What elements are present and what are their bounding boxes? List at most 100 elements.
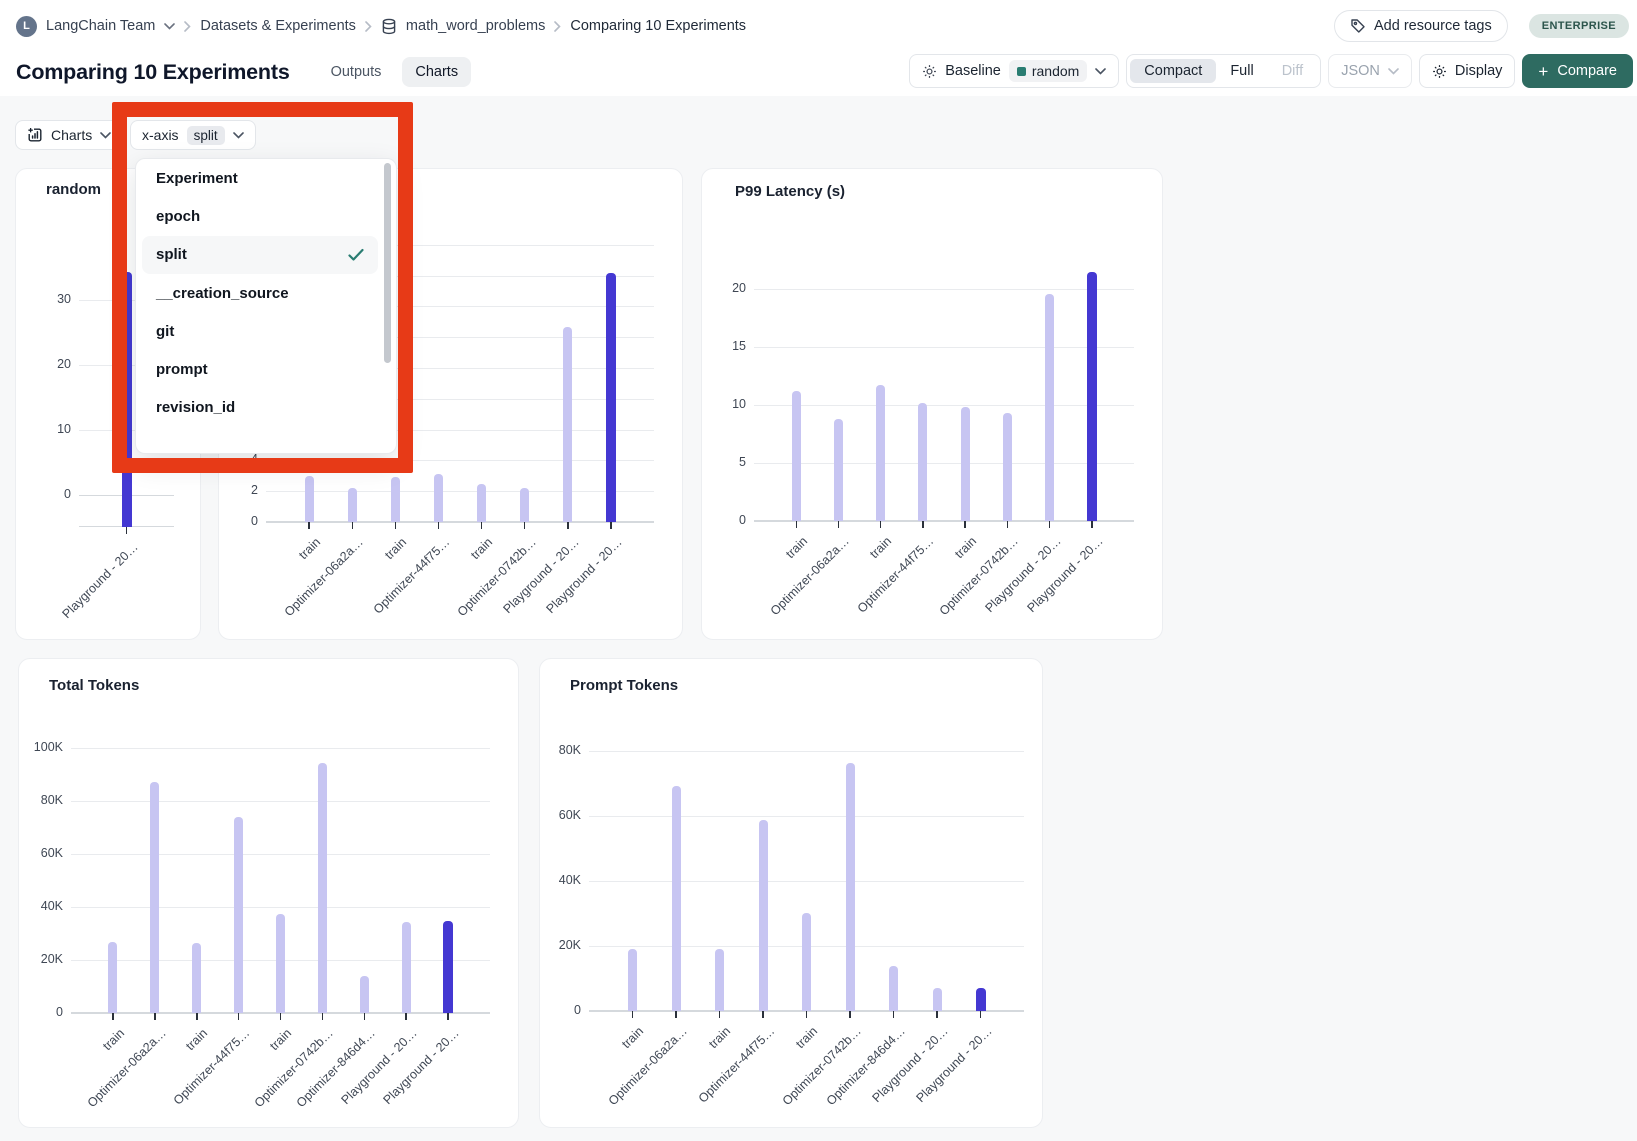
menu-item-label: split	[156, 246, 187, 263]
gridline	[266, 460, 654, 461]
xaxis-menu-item-split[interactable]: split	[142, 236, 378, 274]
chevron-right-icon	[365, 21, 372, 32]
json-label: JSON	[1341, 63, 1380, 79]
scrollbar-thumb[interactable]	[384, 163, 391, 363]
baseline-value-chip: random	[1009, 60, 1087, 82]
bar-baseline-experiment[interactable]	[976, 988, 986, 1011]
bar[interactable]	[792, 391, 801, 521]
chart-card-p99-latency: P99 Latency (s) 20151050trainOptimizer-0…	[701, 168, 1163, 640]
bar[interactable]	[318, 763, 327, 1014]
x-tick-mark	[352, 522, 354, 529]
breadcrumb-team[interactable]: LangChain Team	[46, 18, 155, 34]
bar[interactable]	[477, 484, 486, 523]
bar[interactable]	[715, 949, 724, 1011]
chart-title: random	[46, 181, 101, 198]
x-tick-label: Optimizer-06a2a…	[768, 534, 852, 618]
bar[interactable]	[1045, 294, 1054, 521]
bar[interactable]	[802, 913, 811, 1011]
bar[interactable]	[108, 942, 117, 1013]
y-tick-label: 60K	[537, 808, 581, 822]
bar[interactable]	[846, 763, 855, 1011]
x-tick-mark	[481, 522, 483, 529]
xaxis-menu-item-experiment[interactable]: Experiment	[136, 159, 396, 197]
bar[interactable]	[1003, 413, 1012, 521]
breadcrumb-dataset[interactable]: math_word_problems	[406, 18, 545, 34]
density-full[interactable]: Full	[1216, 59, 1267, 83]
gridline	[754, 521, 1134, 522]
bar[interactable]	[192, 943, 201, 1013]
x-tick-label: Playground - 20…	[870, 1024, 951, 1105]
bar-baseline-experiment[interactable]	[122, 272, 132, 527]
bar[interactable]	[563, 327, 572, 523]
xaxis-selector-button[interactable]: x-axis split	[130, 120, 256, 150]
x-tick-label: train	[267, 1026, 294, 1053]
json-selector: JSON	[1328, 54, 1412, 88]
x-tick-mark	[796, 521, 798, 528]
xaxis-menu-item-revision-id[interactable]: revision_id	[136, 389, 396, 427]
bar[interactable]	[360, 976, 369, 1013]
x-tick-mark	[112, 1013, 114, 1020]
xaxis-menu-item-epoch[interactable]: epoch	[136, 197, 396, 235]
x-tick-label: train	[100, 1026, 127, 1053]
x-tick-label: train	[183, 1026, 210, 1053]
bar[interactable]	[234, 817, 243, 1013]
breadcrumb-section[interactable]: Datasets & Experiments	[200, 18, 356, 34]
bar[interactable]	[276, 914, 285, 1013]
x-tick-mark	[880, 521, 882, 528]
bar[interactable]	[348, 488, 357, 522]
bar-baseline-experiment[interactable]	[443, 921, 453, 1013]
add-resource-tags-button[interactable]: Add resource tags	[1334, 10, 1508, 42]
bar[interactable]	[933, 988, 942, 1011]
x-axis-line	[754, 520, 1134, 521]
gridline	[589, 751, 1024, 752]
xaxis-value-chip: split	[187, 126, 225, 145]
x-tick-mark	[196, 1013, 198, 1020]
bar[interactable]	[391, 477, 400, 522]
charts-menu-button[interactable]: Charts	[15, 120, 123, 150]
tab-outputs[interactable]: Outputs	[318, 57, 395, 87]
baseline-color-swatch	[1017, 67, 1026, 76]
bar[interactable]	[305, 476, 314, 522]
x-tick-label: Optimizer-846d4…	[823, 1024, 907, 1108]
bar[interactable]	[834, 419, 843, 521]
top-header: L LangChain Team Datasets & Experiments …	[0, 0, 1637, 96]
x-tick-label: train	[867, 534, 894, 561]
gear-icon	[922, 64, 937, 79]
display-button[interactable]: Display	[1419, 54, 1516, 88]
bar[interactable]	[434, 474, 443, 522]
chevron-right-icon	[184, 21, 191, 32]
xaxis-menu-item-creation-source[interactable]: __creation_source	[136, 274, 396, 312]
xaxis-menu-item-git[interactable]: git	[136, 312, 396, 350]
x-tick-mark	[922, 521, 924, 528]
bar-baseline-experiment[interactable]	[1087, 272, 1097, 521]
bar[interactable]	[520, 488, 529, 522]
bar[interactable]	[672, 786, 681, 1011]
bar[interactable]	[402, 922, 411, 1013]
y-tick-label: 100K	[19, 740, 63, 754]
tab-charts[interactable]: Charts	[402, 57, 471, 87]
y-tick-label: 0	[19, 1005, 63, 1019]
bar-baseline-experiment[interactable]	[606, 273, 616, 522]
xaxis-menu-item-prompt[interactable]: prompt	[136, 350, 396, 388]
bar[interactable]	[628, 949, 637, 1011]
chevron-down-icon[interactable]	[164, 23, 175, 30]
x-tick-label: Optimizer-44f75…	[171, 1026, 253, 1108]
bar[interactable]	[961, 407, 970, 521]
org-avatar[interactable]: L	[16, 16, 37, 37]
bar[interactable]	[759, 820, 768, 1011]
bar[interactable]	[889, 966, 898, 1011]
y-tick-label: 20	[702, 281, 746, 295]
gridline	[266, 522, 654, 523]
x-tick-label: Optimizer-846d4…	[294, 1026, 378, 1110]
compare-button[interactable]: + Compare	[1522, 54, 1633, 88]
bar[interactable]	[918, 403, 927, 521]
bar[interactable]	[876, 385, 885, 521]
x-tick-label: Playground - 20…	[544, 535, 625, 616]
x-tick-label: Playground - 20…	[59, 540, 140, 621]
bar[interactable]	[150, 782, 159, 1013]
baseline-selector[interactable]: Baseline random	[909, 54, 1119, 88]
check-icon	[348, 248, 364, 261]
density-compact[interactable]: Compact	[1130, 59, 1216, 83]
tag-icon	[1350, 18, 1366, 34]
gridline	[754, 463, 1134, 464]
